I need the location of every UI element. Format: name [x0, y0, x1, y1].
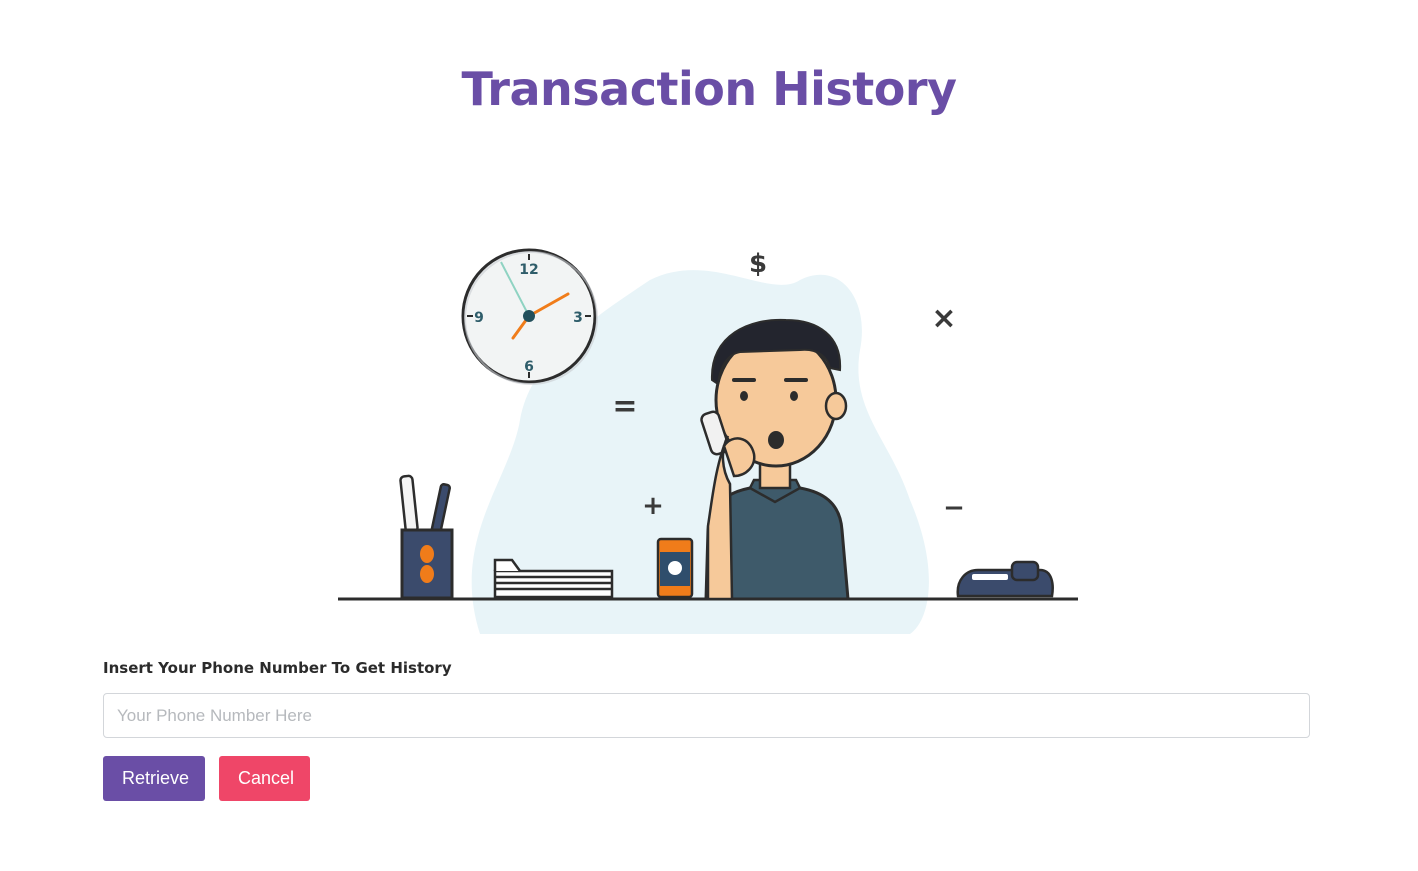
plus-icon: +	[642, 491, 664, 521]
page: Transaction History 12 3 6 9 $ × = + − I…	[0, 0, 1418, 871]
page-title: Transaction History	[461, 62, 957, 116]
clock-number-3: 3	[573, 310, 583, 326]
times-icon: ×	[931, 301, 956, 336]
form-actions: Retrieve Cancel	[103, 756, 1310, 801]
equals-icon: =	[612, 389, 637, 424]
cancel-button[interactable]: Cancel	[219, 756, 310, 801]
clock-number-6: 6	[524, 359, 534, 375]
phone-lookup-form: Insert Your Phone Number To Get History …	[103, 657, 1310, 801]
pen-holder-icon	[399, 474, 454, 600]
minus-icon: −	[943, 493, 965, 523]
dollar-icon: $	[749, 249, 767, 279]
phone-number-input[interactable]	[103, 693, 1310, 738]
retrieve-button[interactable]: Retrieve	[103, 756, 205, 801]
phone-field-label: Insert Your Phone Number To Get History	[103, 659, 452, 677]
clock-number-12: 12	[519, 262, 538, 278]
desk-phone-icon	[956, 560, 1054, 598]
soda-can-icon	[656, 537, 694, 599]
support-illustration: 12 3 6 9 $ × = + −	[338, 248, 1078, 634]
clock-number-9: 9	[474, 310, 484, 326]
